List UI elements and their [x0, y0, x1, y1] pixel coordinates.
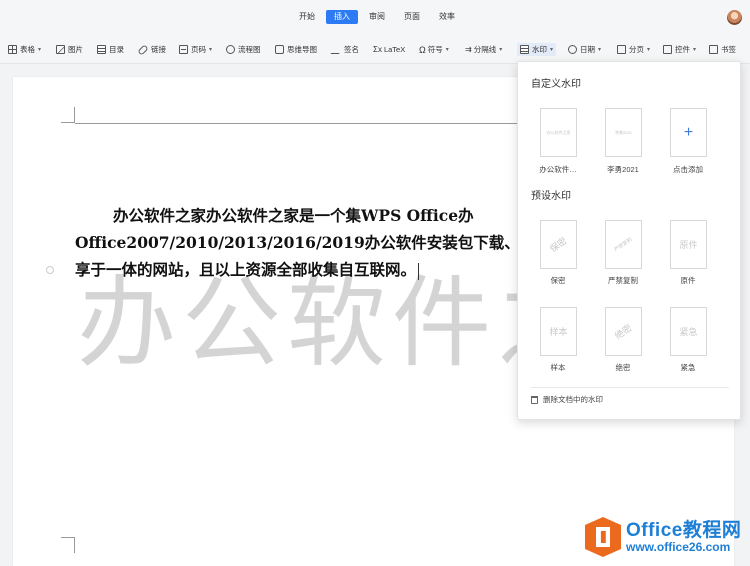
- signature-icon: [330, 45, 343, 54]
- sigma-icon: Σx: [373, 45, 382, 54]
- preset-watermark-top-secret[interactable]: 绝密: [605, 307, 642, 356]
- preset-watermark-label: 严禁复制: [608, 276, 638, 285]
- custom-watermark-1-label: 办公软件…: [539, 165, 577, 174]
- office-logo-icon: [585, 517, 621, 557]
- chevron-down-icon: ▾: [499, 47, 503, 53]
- preset-watermark-sample[interactable]: 样本: [540, 307, 577, 356]
- delete-watermark-button[interactable]: 删除文档中的水印: [531, 394, 603, 405]
- margin-corner-top-left: [61, 107, 75, 123]
- add-watermark-button[interactable]: +: [670, 108, 707, 157]
- latex-button[interactable]: Σx LaTeX: [373, 43, 405, 56]
- logo-url: www.office26.com: [626, 539, 731, 554]
- ribbon-tab-bar: 开始 插入 审阅 页面 效率: [0, 0, 750, 34]
- site-logo: Office教程网 www.office26.com: [585, 517, 741, 557]
- chevron-down-icon: ▾: [209, 47, 213, 53]
- preset-watermark-original[interactable]: 原件: [670, 220, 707, 269]
- control-icon: [663, 45, 672, 54]
- tab-review[interactable]: 审阅: [361, 10, 393, 24]
- signature-button[interactable]: 签名: [330, 43, 359, 56]
- custom-watermark-2[interactable]: 李勇2021: [605, 108, 642, 157]
- link-button[interactable]: 链接: [137, 43, 166, 56]
- chevron-down-icon: ▾: [647, 47, 651, 53]
- toc-icon: [97, 45, 106, 54]
- preset-watermark-label: 紧急: [680, 363, 696, 372]
- insert-toolbar: 表格 ▾ 图片 目录 链接 页码 ▾ 流程图 思维导图 签名 Σx LaTeX Ω 符号…: [0, 34, 750, 64]
- custom-watermark-2-label: 李勇2021: [607, 165, 639, 174]
- logo-title: Office教程网: [626, 519, 742, 541]
- page-number-button[interactable]: 页码 ▾: [179, 43, 212, 56]
- add-watermark-label: 点击添加: [673, 165, 703, 174]
- watermark-button[interactable]: 水印 ▾: [517, 43, 557, 56]
- mindmap-icon: [275, 45, 284, 54]
- flowchart-button[interactable]: 流程图: [226, 43, 261, 56]
- header-divider: [75, 123, 535, 124]
- tab-efficiency[interactable]: 效率: [431, 10, 463, 24]
- custom-watermark-1[interactable]: 办公软件之家: [540, 108, 577, 157]
- picture-icon: [56, 45, 65, 54]
- page-number-icon: [179, 45, 188, 54]
- tab-page[interactable]: 页面: [396, 10, 428, 24]
- preset-watermark-no-copy[interactable]: 严禁复制: [605, 220, 642, 269]
- chevron-down-icon: ▾: [550, 47, 554, 53]
- custom-watermark-title: 自定义水印: [531, 79, 581, 90]
- picture-button[interactable]: 图片: [56, 43, 83, 56]
- watermark-icon: [520, 45, 529, 54]
- chevron-down-icon: ▾: [445, 47, 449, 53]
- symbol-button[interactable]: Ω 符号 ▾: [419, 43, 449, 56]
- preset-watermark-label: 样本: [550, 363, 566, 372]
- tab-insert[interactable]: 插入: [326, 10, 358, 24]
- link-icon: [137, 43, 149, 56]
- chevron-down-icon: ▾: [693, 47, 697, 53]
- table-icon: [8, 45, 17, 54]
- preset-watermark-label: 原件: [680, 276, 696, 285]
- page-break-icon: [617, 45, 626, 54]
- flowchart-icon: [226, 45, 235, 54]
- preset-watermark-confidential[interactable]: 保密: [540, 220, 577, 269]
- separator-button[interactable]: ⇉ 分隔线 ▾: [465, 43, 502, 56]
- preset-watermark-label: 绝密: [615, 363, 631, 372]
- mindmap-button[interactable]: 思维导图: [275, 43, 317, 56]
- panel-divider: [531, 387, 729, 388]
- text-cursor: [418, 262, 420, 280]
- watermark-panel: 自定义水印 办公软件之家 办公软件… 李勇2021 李勇2021 + 点击添加 …: [517, 61, 741, 420]
- tab-home[interactable]: 开始: [291, 10, 323, 24]
- date-button[interactable]: 日期 ▾: [568, 43, 601, 56]
- omega-icon: Ω: [419, 44, 426, 55]
- page-break-button[interactable]: 分页 ▾: [617, 43, 650, 56]
- chevron-down-icon: ▾: [38, 47, 42, 53]
- control-button[interactable]: 控件 ▾: [663, 43, 696, 56]
- paragraph-handle-icon[interactable]: [46, 266, 54, 274]
- trash-icon: [531, 395, 538, 404]
- clock-icon: [568, 45, 577, 54]
- user-avatar[interactable]: [727, 10, 742, 25]
- margin-corner-bottom-left: [61, 537, 75, 553]
- preset-watermark-title: 预设水印: [531, 191, 571, 202]
- separator-icon: ⇉: [465, 45, 472, 54]
- bookmark-icon: [709, 45, 718, 54]
- ribbon-tabs: 开始 插入 审阅 页面 效率: [291, 10, 466, 24]
- chevron-down-icon: ▾: [598, 47, 602, 53]
- preset-watermark-urgent[interactable]: 紧急: [670, 307, 707, 356]
- toc-button[interactable]: 目录: [97, 43, 124, 56]
- preset-watermark-label: 保密: [550, 276, 566, 285]
- plus-icon: +: [683, 123, 694, 141]
- bookmark-button[interactable]: 书签: [709, 43, 736, 56]
- table-button[interactable]: 表格 ▾: [8, 43, 41, 56]
